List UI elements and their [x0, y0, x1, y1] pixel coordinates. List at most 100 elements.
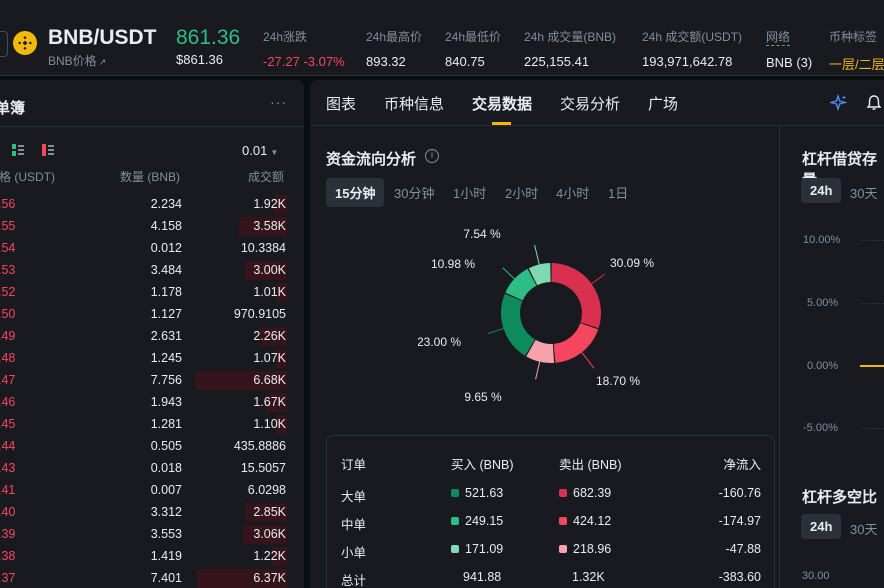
order-book-row[interactable]: .38 1.419 1.22K — [0, 545, 304, 567]
order-book-row[interactable]: .54 0.012 10.3384 — [0, 237, 304, 259]
ask-qty: 2.234 — [150, 197, 182, 211]
donut-slice[interactable] — [553, 323, 599, 363]
order-book-row[interactable]: .46 1.943 1.67K — [0, 391, 304, 413]
ask-total: 10.3384 — [240, 241, 286, 255]
interval-4h[interactable]: 4小时 — [556, 183, 589, 202]
sell-value: 424.12 — [573, 514, 612, 528]
order-book-row[interactable]: .50 1.127 970.9105 — [0, 303, 304, 325]
sell-cell: 218.96 — [559, 542, 611, 556]
interval-2h[interactable]: 2小时 — [505, 183, 538, 202]
order-book-row[interactable]: .48 1.245 1.07K — [0, 347, 304, 369]
margin-interval-24h[interactable]: 24h — [801, 178, 842, 203]
ticker-header: BNB/USDT BNB价格 ↗ 861.36 $861.36 24h涨跌 -27… — [0, 0, 884, 76]
book-mode-both-icon[interactable] — [12, 144, 24, 156]
y-tick: 10.00% — [803, 234, 841, 246]
buy-value: 249.15 — [465, 514, 504, 528]
ask-price: .38 — [0, 549, 16, 563]
precision-select[interactable]: 0.01 ▼ — [242, 143, 278, 158]
margin-interval-30d[interactable]: 30天 — [850, 183, 877, 202]
panel-tabs: 图表 币种信息 交易数据 交易分析 广场 — [310, 80, 884, 126]
table-header: 买入 (BNB) — [451, 458, 514, 472]
long-short-ratio-title: 杠杆多空比 — [802, 489, 878, 506]
tab-coin-info[interactable]: 币种信息 — [384, 93, 444, 114]
bell-icon[interactable] — [865, 94, 883, 112]
ask-price: .44 — [0, 439, 16, 453]
order-book-row[interactable]: .39 3.553 3.06K — [0, 523, 304, 545]
slice-label: 23.00 % — [418, 335, 461, 349]
stat-value: 840.75 — [445, 54, 485, 69]
tab-chart[interactable]: 图表 — [326, 93, 356, 114]
y-tick: -5.00% — [803, 422, 838, 434]
stat-label: 币种标签 — [829, 30, 878, 44]
order-book-row[interactable]: .40 3.312 2.85K — [0, 501, 304, 523]
ask-price: .47 — [0, 373, 16, 387]
ask-qty: 0.018 — [150, 461, 182, 475]
slice-label: 18.70 % — [596, 374, 640, 388]
interval-15m[interactable]: 15分钟 — [326, 178, 385, 207]
info-icon[interactable]: i — [425, 149, 439, 163]
ask-qty: 1.178 — [150, 285, 182, 299]
order-book-row[interactable]: .53 3.484 3.00K — [0, 259, 304, 281]
stat-label: 网络 — [766, 30, 791, 46]
ask-total: 15.5057 — [240, 461, 286, 475]
interval-1d[interactable]: 1日 — [608, 183, 628, 202]
ask-qty: 1.943 — [150, 395, 182, 409]
ask-qty: 7.401 — [150, 571, 182, 585]
row-label: 大单 — [341, 490, 367, 504]
ai-sparkle-icon[interactable] — [830, 94, 848, 112]
stat-24h-change: 24h涨跌 -27.27 -3.07% — [263, 28, 345, 69]
slice-label: 7.54 % — [463, 227, 501, 241]
order-book-row[interactable]: .52 1.178 1.01K — [0, 281, 304, 303]
pair-name[interactable]: BNB/USDT — [48, 26, 157, 50]
pair-price-link[interactable]: BNB价格 ↗ — [48, 52, 106, 69]
sell-swatch — [559, 517, 567, 525]
ask-price: .52 — [0, 285, 16, 299]
donut-slice[interactable] — [501, 293, 535, 356]
donut-slice[interactable] — [551, 263, 601, 329]
divider — [0, 126, 304, 127]
order-book-row[interactable]: .41 0.007 6.0298 — [0, 479, 304, 501]
stat-network[interactable]: 网络 BNB (3) — [766, 28, 812, 70]
stat-coin-tags[interactable]: 币种标签 一层/二层 — [829, 28, 884, 73]
leader-line — [581, 352, 595, 369]
interval-1h[interactable]: 1小时 — [453, 183, 486, 202]
buy-swatch — [451, 489, 459, 497]
ask-total: 1.07K — [253, 351, 286, 365]
order-book-row[interactable]: .44 0.505 435.8886 — [0, 435, 304, 457]
ask-price: .48 — [0, 351, 16, 365]
tab-square[interactable]: 广场 — [648, 93, 678, 114]
y-tick: 0.00% — [807, 360, 839, 372]
leader-line — [535, 361, 541, 380]
ask-qty: 3.484 — [150, 263, 182, 277]
net-inflow-value: -47.88 — [725, 542, 761, 556]
tab-trading-data[interactable]: 交易数据 — [472, 93, 532, 114]
ls-interval-24h[interactable]: 24h — [801, 514, 842, 539]
ask-qty: 0.012 — [150, 241, 182, 255]
order-book-panel: 单簿 ··· 0.01▼ 格 (USDT) 数量 (BNB) 成交额 .56 2.… — [0, 80, 304, 588]
order-book-row[interactable]: .43 0.018 15.5057 — [0, 457, 304, 479]
stat-value: BNB (3) — [766, 55, 813, 70]
order-book-row[interactable]: .47 7.756 6.68K — [0, 369, 304, 391]
order-book-row[interactable]: .56 2.234 1.92K — [0, 193, 304, 215]
ask-price: .41 — [0, 483, 16, 497]
order-book-row[interactable]: .55 4.158 3.58K — [0, 215, 304, 237]
trading-data-panel: 图表 币种信息 交易数据 交易分析 广场 资金流向分析 i 15分钟 30分钟 … — [310, 80, 884, 588]
menu-toggle-button[interactable] — [0, 31, 8, 57]
ask-total: 1.67K — [253, 395, 286, 409]
ask-qty: 3.312 — [150, 505, 182, 519]
order-book-row[interactable]: .37 7.401 6.37K — [0, 567, 304, 588]
sell-cell: 424.12 — [559, 514, 611, 528]
order-book-row[interactable]: .45 1.281 1.10K — [0, 413, 304, 435]
book-mode-sell-icon[interactable] — [42, 144, 54, 156]
interval-30m[interactable]: 30分钟 — [394, 183, 434, 202]
order-book-row[interactable]: .49 2.631 2.26K — [0, 325, 304, 347]
row-label: 总计 — [341, 574, 367, 588]
ls-interval-30d[interactable]: 30天 — [850, 519, 877, 538]
buy-value: 521.63 — [465, 486, 504, 500]
more-options-icon[interactable]: ··· — [270, 94, 287, 110]
ask-qty: 3.553 — [150, 527, 182, 541]
tab-trading-analysis[interactable]: 交易分析 — [560, 93, 620, 114]
last-price: 861.36 — [176, 26, 241, 49]
stat-24h-high: 24h最高价 893.32 — [366, 28, 422, 69]
sell-cell: 1.32K — [572, 570, 605, 584]
